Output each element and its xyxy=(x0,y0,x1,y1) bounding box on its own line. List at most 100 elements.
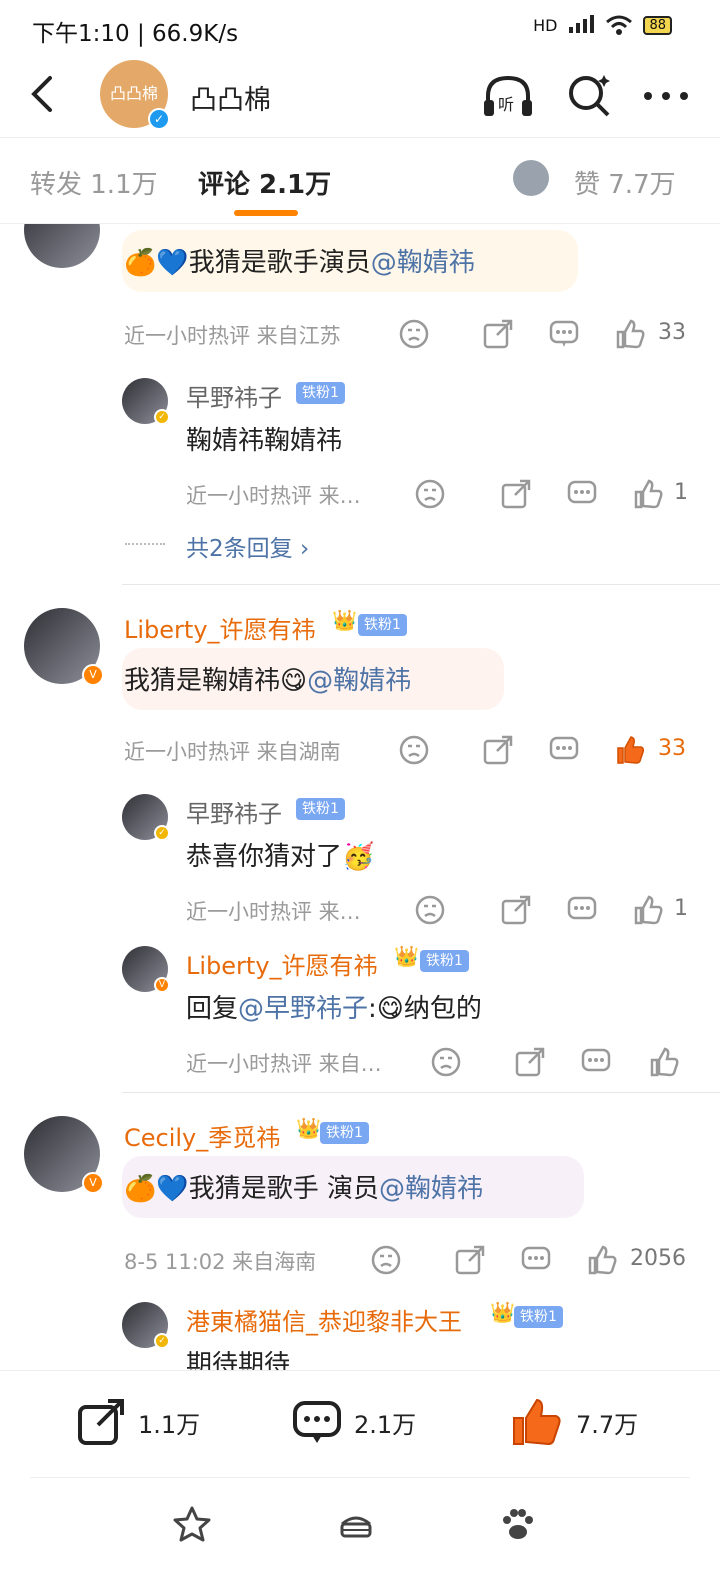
dislike-icon[interactable] xyxy=(398,734,430,766)
reply-icon[interactable] xyxy=(566,894,598,926)
tab-likes[interactable]: 赞 7.7万 xyxy=(574,164,676,201)
comment-username[interactable]: Liberty_许愿有祎 xyxy=(124,610,316,645)
verified-icon: ✓ xyxy=(148,108,170,130)
navigation-bar xyxy=(0,1480,720,1593)
comment-text: 🍊💙我猜是歌手 演员@鞠婧祎 xyxy=(124,1168,483,1205)
more-icon[interactable] xyxy=(642,89,690,103)
listen-icon[interactable]: 听 xyxy=(480,72,536,120)
status-icons: HD 88 xyxy=(533,14,672,36)
avatar[interactable]: V xyxy=(24,608,104,686)
share-icon[interactable] xyxy=(482,318,514,350)
tab-repost[interactable]: 转发 1.1万 xyxy=(30,164,158,201)
verified-icon: ✓ xyxy=(154,825,170,841)
paw-icon[interactable] xyxy=(498,1504,538,1544)
share-icon[interactable] xyxy=(454,1244,486,1276)
avatar[interactable]: ✓ xyxy=(122,378,170,425)
search-icon[interactable] xyxy=(566,73,612,119)
reply-username[interactable]: 早野祎子 xyxy=(186,378,282,413)
comment-meta: 8-5 11:02 来自海南 xyxy=(124,1250,317,1274)
reply-text: 恭喜你猜对了🥳 xyxy=(186,842,375,872)
like-icon[interactable] xyxy=(648,1046,680,1078)
svg-text:听: 听 xyxy=(498,95,514,114)
header-actions: 听 xyxy=(480,72,690,120)
avatar[interactable]: V xyxy=(24,1116,104,1194)
detail-tabs: 转发 1.1万 评论 2.1万 赞 7.7万 xyxy=(0,138,720,224)
comment-username[interactable]: Cecily_季觅祎 xyxy=(124,1118,280,1153)
liker-avatar[interactable] xyxy=(513,160,549,196)
reply-username[interactable]: 早野祎子 xyxy=(186,794,282,829)
reply-icon[interactable] xyxy=(520,1244,552,1276)
share-icon[interactable] xyxy=(514,1046,546,1078)
bottom-divider xyxy=(30,1477,690,1478)
repost-button[interactable]: 1.1万 xyxy=(76,1397,200,1447)
status-bar: 下午1:10 | 66.9K/s HD 88 xyxy=(0,0,720,60)
mention-link[interactable]: @鞠婧祎 xyxy=(379,1174,483,1204)
verified-icon: V xyxy=(154,977,170,993)
back-icon[interactable] xyxy=(24,74,64,114)
avatar[interactable]: V xyxy=(122,946,170,993)
comment-icon xyxy=(293,1401,341,1443)
like-count: 1 xyxy=(674,480,688,505)
dislike-icon[interactable] xyxy=(398,318,430,350)
comment-divider xyxy=(122,584,720,585)
fan-badge: 铁粉1 xyxy=(296,798,345,820)
like-count: 2056 xyxy=(630,1246,686,1271)
like-icon[interactable] xyxy=(632,478,664,510)
comment-divider xyxy=(122,1092,720,1093)
like-button[interactable]: 7.7万 xyxy=(510,1397,638,1447)
liked-icon[interactable] xyxy=(614,734,646,766)
post-header: 凸凸棉 ✓ 凸凸棉 听 xyxy=(0,60,720,138)
reply-icon[interactable] xyxy=(548,734,580,766)
more-replies-link[interactable]: 共2条回复 › xyxy=(186,529,309,563)
share-icon xyxy=(78,1399,124,1445)
verified-icon: V xyxy=(82,664,104,686)
reply-icon[interactable] xyxy=(580,1046,612,1078)
account-name[interactable]: 凸凸棉 xyxy=(190,78,271,117)
share-icon[interactable] xyxy=(500,478,532,510)
mention-link[interactable]: @早野祎子 xyxy=(238,994,368,1024)
comment-button[interactable]: 2.1万 xyxy=(292,1397,416,1447)
dislike-icon[interactable] xyxy=(370,1244,402,1276)
reply-icon[interactable] xyxy=(548,318,580,350)
fan-badge: 铁粉1 xyxy=(320,1122,369,1144)
dislike-icon[interactable] xyxy=(414,894,446,926)
crown-icon: 👑 xyxy=(394,944,419,968)
account-avatar[interactable]: 凸凸棉 ✓ xyxy=(100,60,170,130)
like-icon[interactable] xyxy=(586,1244,618,1276)
reply-text: 回复@早野祎子:😋纳包的 xyxy=(186,988,482,1025)
tab-comments[interactable]: 评论 2.1万 xyxy=(198,164,331,201)
battery-indicator: 88 xyxy=(643,15,672,35)
avatar-brand-text: 凸凸棉 xyxy=(109,84,158,103)
status-time: 下午1:10 | 66.9K/s xyxy=(32,21,239,47)
reply-username[interactable]: Liberty_许愿有祎 xyxy=(186,946,378,981)
reply-icon[interactable] xyxy=(566,478,598,510)
avatar[interactable]: ✓ xyxy=(122,794,170,841)
star-icon[interactable] xyxy=(172,1504,212,1544)
reply-body: :😋纳包的 xyxy=(368,994,482,1024)
comment-body: 我猜是鞠婧祎😋 xyxy=(124,666,308,696)
like-count: 33 xyxy=(658,736,686,761)
like-icon[interactable] xyxy=(632,894,664,926)
avatar[interactable] xyxy=(24,224,100,268)
reply-username[interactable]: 港東橘猫信_恭迎黎非大王 xyxy=(186,1302,462,1337)
dislike-icon[interactable] xyxy=(430,1046,462,1078)
cake-icon[interactable] xyxy=(336,1504,376,1544)
avatar[interactable]: ✓ xyxy=(122,1302,170,1349)
like-icon[interactable] xyxy=(614,318,646,350)
fan-badge: 铁粉1 xyxy=(514,1306,563,1328)
comment-text: 我猜是鞠婧祎😋@鞠婧祎 xyxy=(124,660,411,697)
comment-meta: 近一小时热评 来自江苏 xyxy=(124,324,341,348)
mention-link[interactable]: @鞠婧祎 xyxy=(371,248,475,278)
like-count: 1 xyxy=(674,896,688,921)
share-icon[interactable] xyxy=(482,734,514,766)
dislike-icon[interactable] xyxy=(414,478,446,510)
comment-feed[interactable]: 🍊💙我猜是歌手演员@鞠婧祎 近一小时热评 来自江苏 33 ✓ 早野祎子 铁粉1 … xyxy=(0,224,720,1370)
verified-icon: ✓ xyxy=(154,1333,170,1349)
mention-link[interactable]: @鞠婧祎 xyxy=(307,666,411,696)
fan-badge: 铁粉1 xyxy=(358,614,407,636)
comment-meta: 近一小时热评 来自湖南 xyxy=(124,740,341,764)
share-icon[interactable] xyxy=(500,894,532,926)
fan-badge: 铁粉1 xyxy=(296,382,345,404)
comment-text: 🍊💙我猜是歌手演员@鞠婧祎 xyxy=(124,242,475,279)
reply-prefix: 回复 xyxy=(186,994,239,1024)
